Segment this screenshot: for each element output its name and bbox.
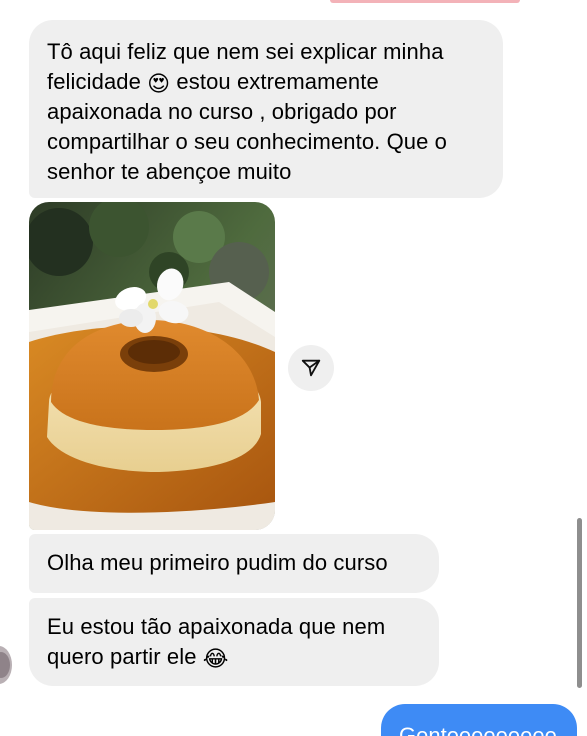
previous-message-edge — [330, 0, 520, 3]
tears-of-joy-emoji: 😂 — [202, 647, 229, 672]
send-paper-plane-icon — [301, 359, 321, 377]
message-text: Olha meu primeiro pudim do curso — [47, 550, 388, 575]
outgoing-message-bubble[interactable]: Genteeeeeeeee — [381, 704, 577, 736]
share-button[interactable] — [288, 345, 334, 391]
avatar-photo — [0, 652, 10, 678]
heart-eyes-emoji: 😍 — [147, 72, 171, 97]
chat-thread: Tô aqui feliz que nem sei explicar minha… — [0, 0, 587, 736]
incoming-message-bubble[interactable]: Olha meu primeiro pudim do curso — [29, 534, 439, 593]
pudim-photo[interactable] — [29, 202, 275, 530]
pudim-photo-image — [29, 202, 275, 530]
sender-avatar[interactable] — [0, 646, 12, 684]
incoming-message-bubble[interactable]: Eu estou tão apaixonada que nem quero pa… — [29, 598, 439, 686]
incoming-message-bubble[interactable]: Tô aqui feliz que nem sei explicar minha… — [29, 20, 503, 198]
message-text: Genteeeeeeeee — [399, 723, 557, 736]
scrollbar[interactable] — [577, 518, 582, 688]
